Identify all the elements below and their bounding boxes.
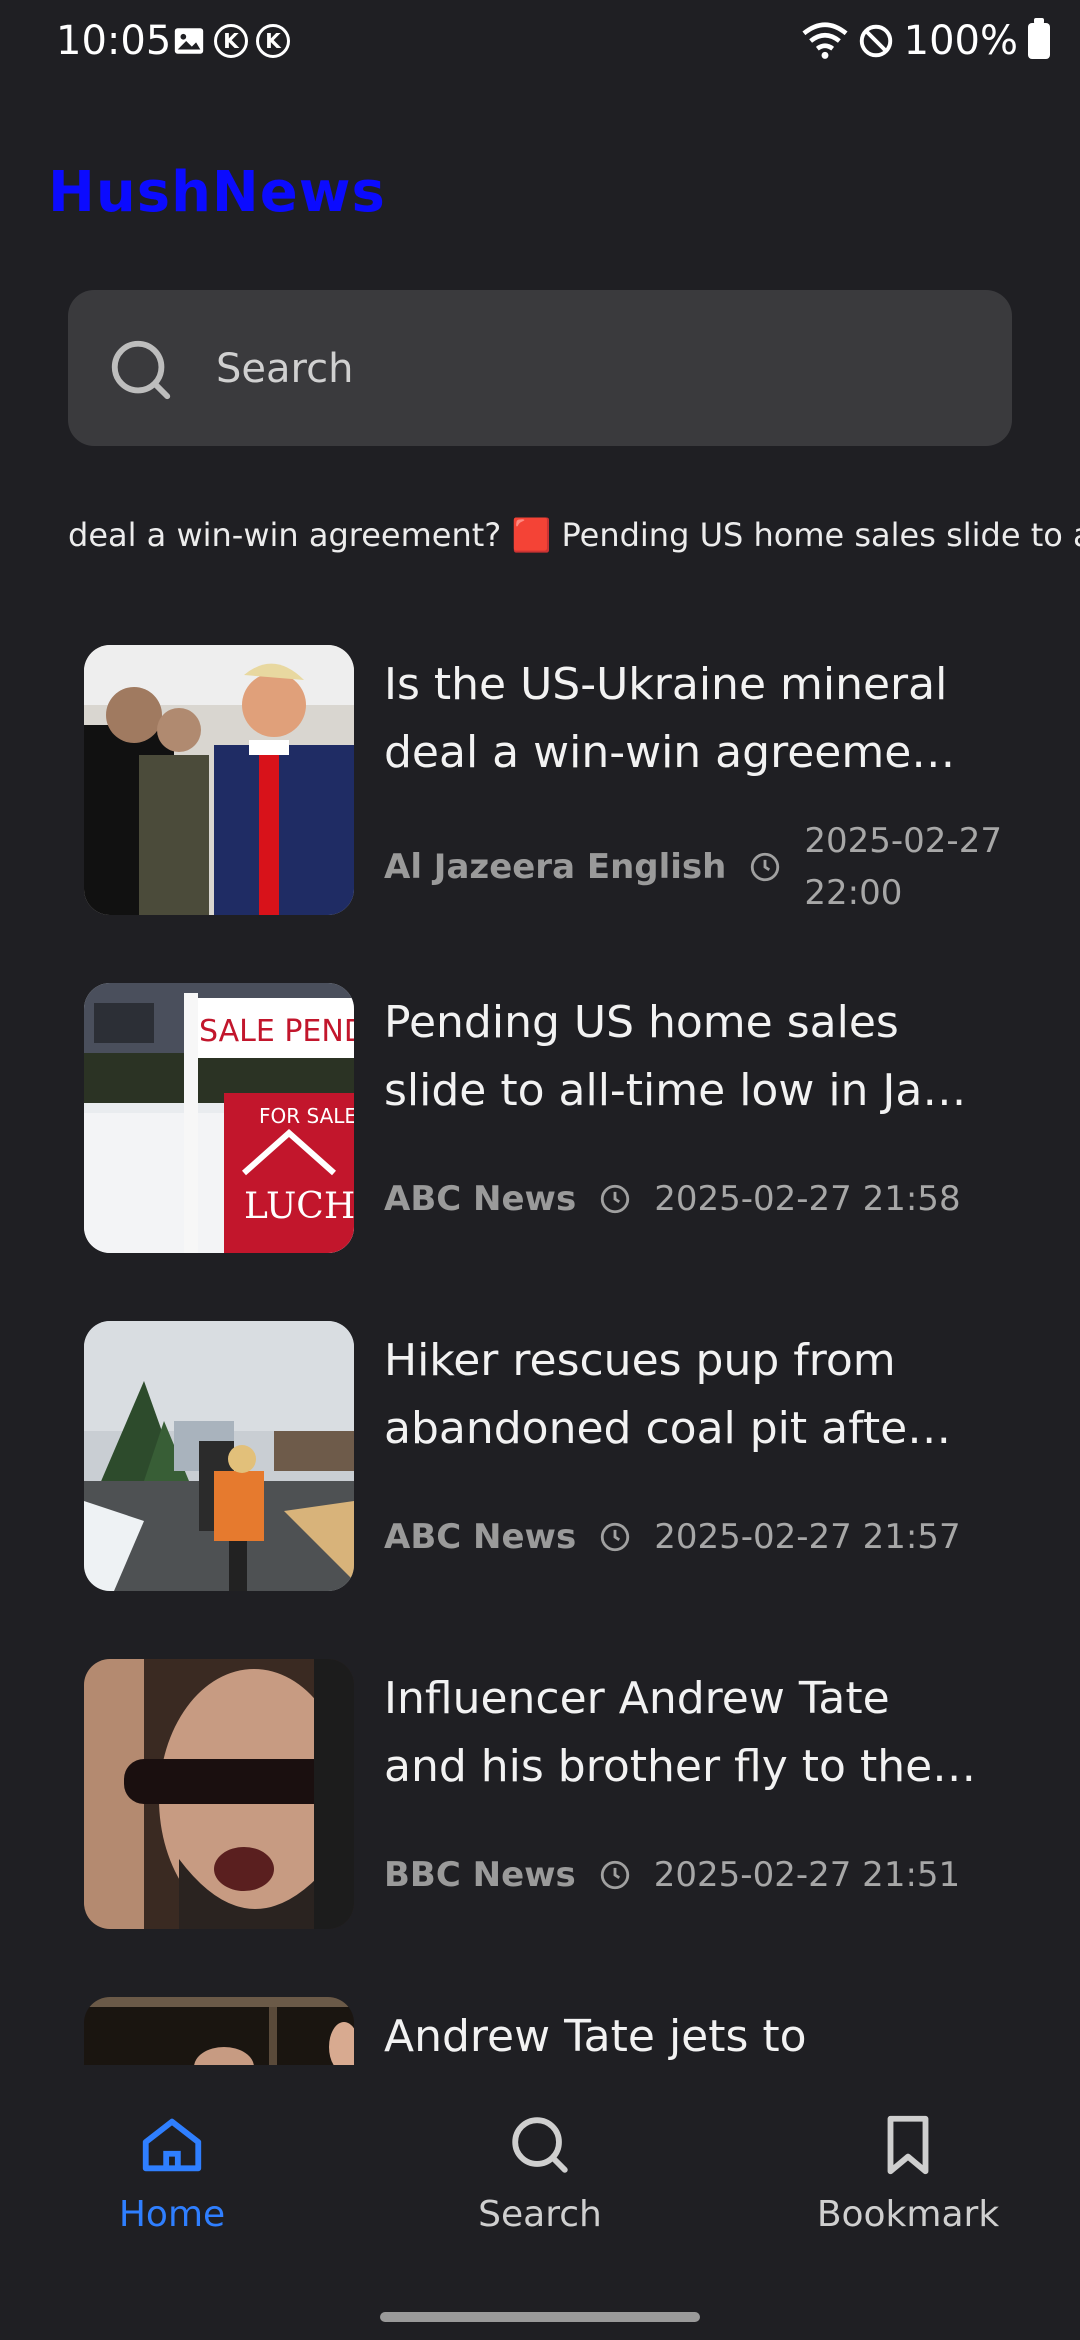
image-notification-icon	[174, 28, 204, 54]
news-headline[interactable]: Hiker rescues pup from abandoned coal pi…	[384, 1327, 984, 1463]
news-headline[interactable]: Pending US home sales slide to all-time …	[384, 989, 984, 1125]
news-item[interactable]: Hiker rescues pup from abandoned coal pi…	[0, 1321, 1080, 1621]
news-source: Al Jazeera English	[384, 847, 727, 887]
search-icon	[512, 2117, 568, 2173]
news-list: Is the US-Ukraine mineral deal a win-win…	[0, 645, 1080, 2065]
news-meta: ABC News 2025-02-27 21:57	[384, 1511, 1004, 1563]
news-meta: BBC News 2025-02-27 21:51	[384, 1849, 1004, 1901]
svg-text:LUCHIN: LUCHIN	[244, 1186, 354, 1227]
home-indicator[interactable]	[380, 2312, 700, 2322]
svg-text:FOR SALE: FOR SALE	[259, 1104, 354, 1128]
clock-icon	[600, 1860, 629, 1890]
news-headline[interactable]: Influencer Andrew Tate and his brother f…	[384, 1665, 984, 1801]
news-headline[interactable]: Andrew Tate jets to	[384, 2003, 984, 2065]
status-time: 10:05	[56, 18, 172, 64]
news-meta: ABC News 2025-02-27 21:58	[384, 1173, 1004, 1225]
clock-icon	[751, 852, 780, 882]
news-meta: Al Jazeera English 2025-02-27 22:00	[384, 815, 1004, 919]
nav-search-label: Search	[478, 2194, 602, 2235]
home-icon	[142, 2118, 202, 2172]
news-source: ABC News	[384, 1517, 577, 1557]
search-icon	[111, 340, 171, 400]
news-item[interactable]: Influencer Andrew Tate and his brother f…	[0, 1659, 1080, 1959]
news-thumbnail[interactable]	[84, 1321, 354, 1591]
battery-percentage: 100%	[903, 18, 1018, 64]
news-time: 2025-02-27 21:51	[653, 1855, 961, 1895]
news-thumbnail[interactable]	[84, 1659, 354, 1929]
news-time: 2025-02-27 21:57	[654, 1517, 961, 1557]
news-ticker[interactable]: deal a win-win agreement? 🟥 Pending US h…	[68, 500, 1080, 570]
search-bar[interactable]	[68, 290, 1012, 446]
svg-text:SALE PEND: SALE PEND	[199, 1014, 354, 1049]
news-headline[interactable]: Is the US-Ukraine mineral deal a win-win…	[384, 651, 984, 787]
nav-bookmark-label: Bookmark	[816, 2194, 1000, 2235]
news-item[interactable]: SALE PEND FOR SALE LUCHIN Pending US hom…	[0, 983, 1080, 1283]
k-notification-icon: K	[256, 24, 290, 58]
news-item[interactable]: Is the US-Ukraine mineral deal a win-win…	[0, 645, 1080, 945]
wifi-icon	[802, 22, 848, 59]
bookmark-icon	[887, 2115, 929, 2175]
news-source: ABC News	[384, 1179, 577, 1219]
battery-icon	[1028, 18, 1050, 59]
nav-search[interactable]: Search	[380, 2110, 700, 2235]
search-input[interactable]	[214, 330, 978, 408]
news-thumbnail[interactable]	[84, 1997, 354, 2065]
k-notification-icon: K	[214, 24, 248, 58]
nav-home-label: Home	[118, 2194, 226, 2235]
bottom-navigation: Home Search Bookmark	[0, 2070, 1080, 2280]
system-icons: 100%	[802, 18, 1050, 64]
clock-icon	[601, 1522, 630, 1552]
do-not-disturb-icon	[859, 24, 892, 58]
notification-icons: K K	[172, 24, 290, 58]
status-bar: 10:05 K K 100%	[0, 0, 1080, 90]
news-thumbnail[interactable]: SALE PEND FOR SALE LUCHIN	[84, 983, 354, 1253]
news-item[interactable]: Andrew Tate jets to	[0, 1997, 1080, 2065]
news-time: 2025-02-27 22:00	[804, 821, 1002, 913]
nav-bookmark[interactable]: Bookmark	[748, 2110, 1068, 2235]
news-thumbnail[interactable]	[84, 645, 354, 915]
news-source: BBC News	[384, 1855, 576, 1895]
nav-home[interactable]: Home	[12, 2110, 332, 2235]
app-title: HushNews	[48, 160, 386, 225]
news-time: 2025-02-27 21:58	[654, 1179, 961, 1219]
clock-icon	[601, 1184, 630, 1214]
